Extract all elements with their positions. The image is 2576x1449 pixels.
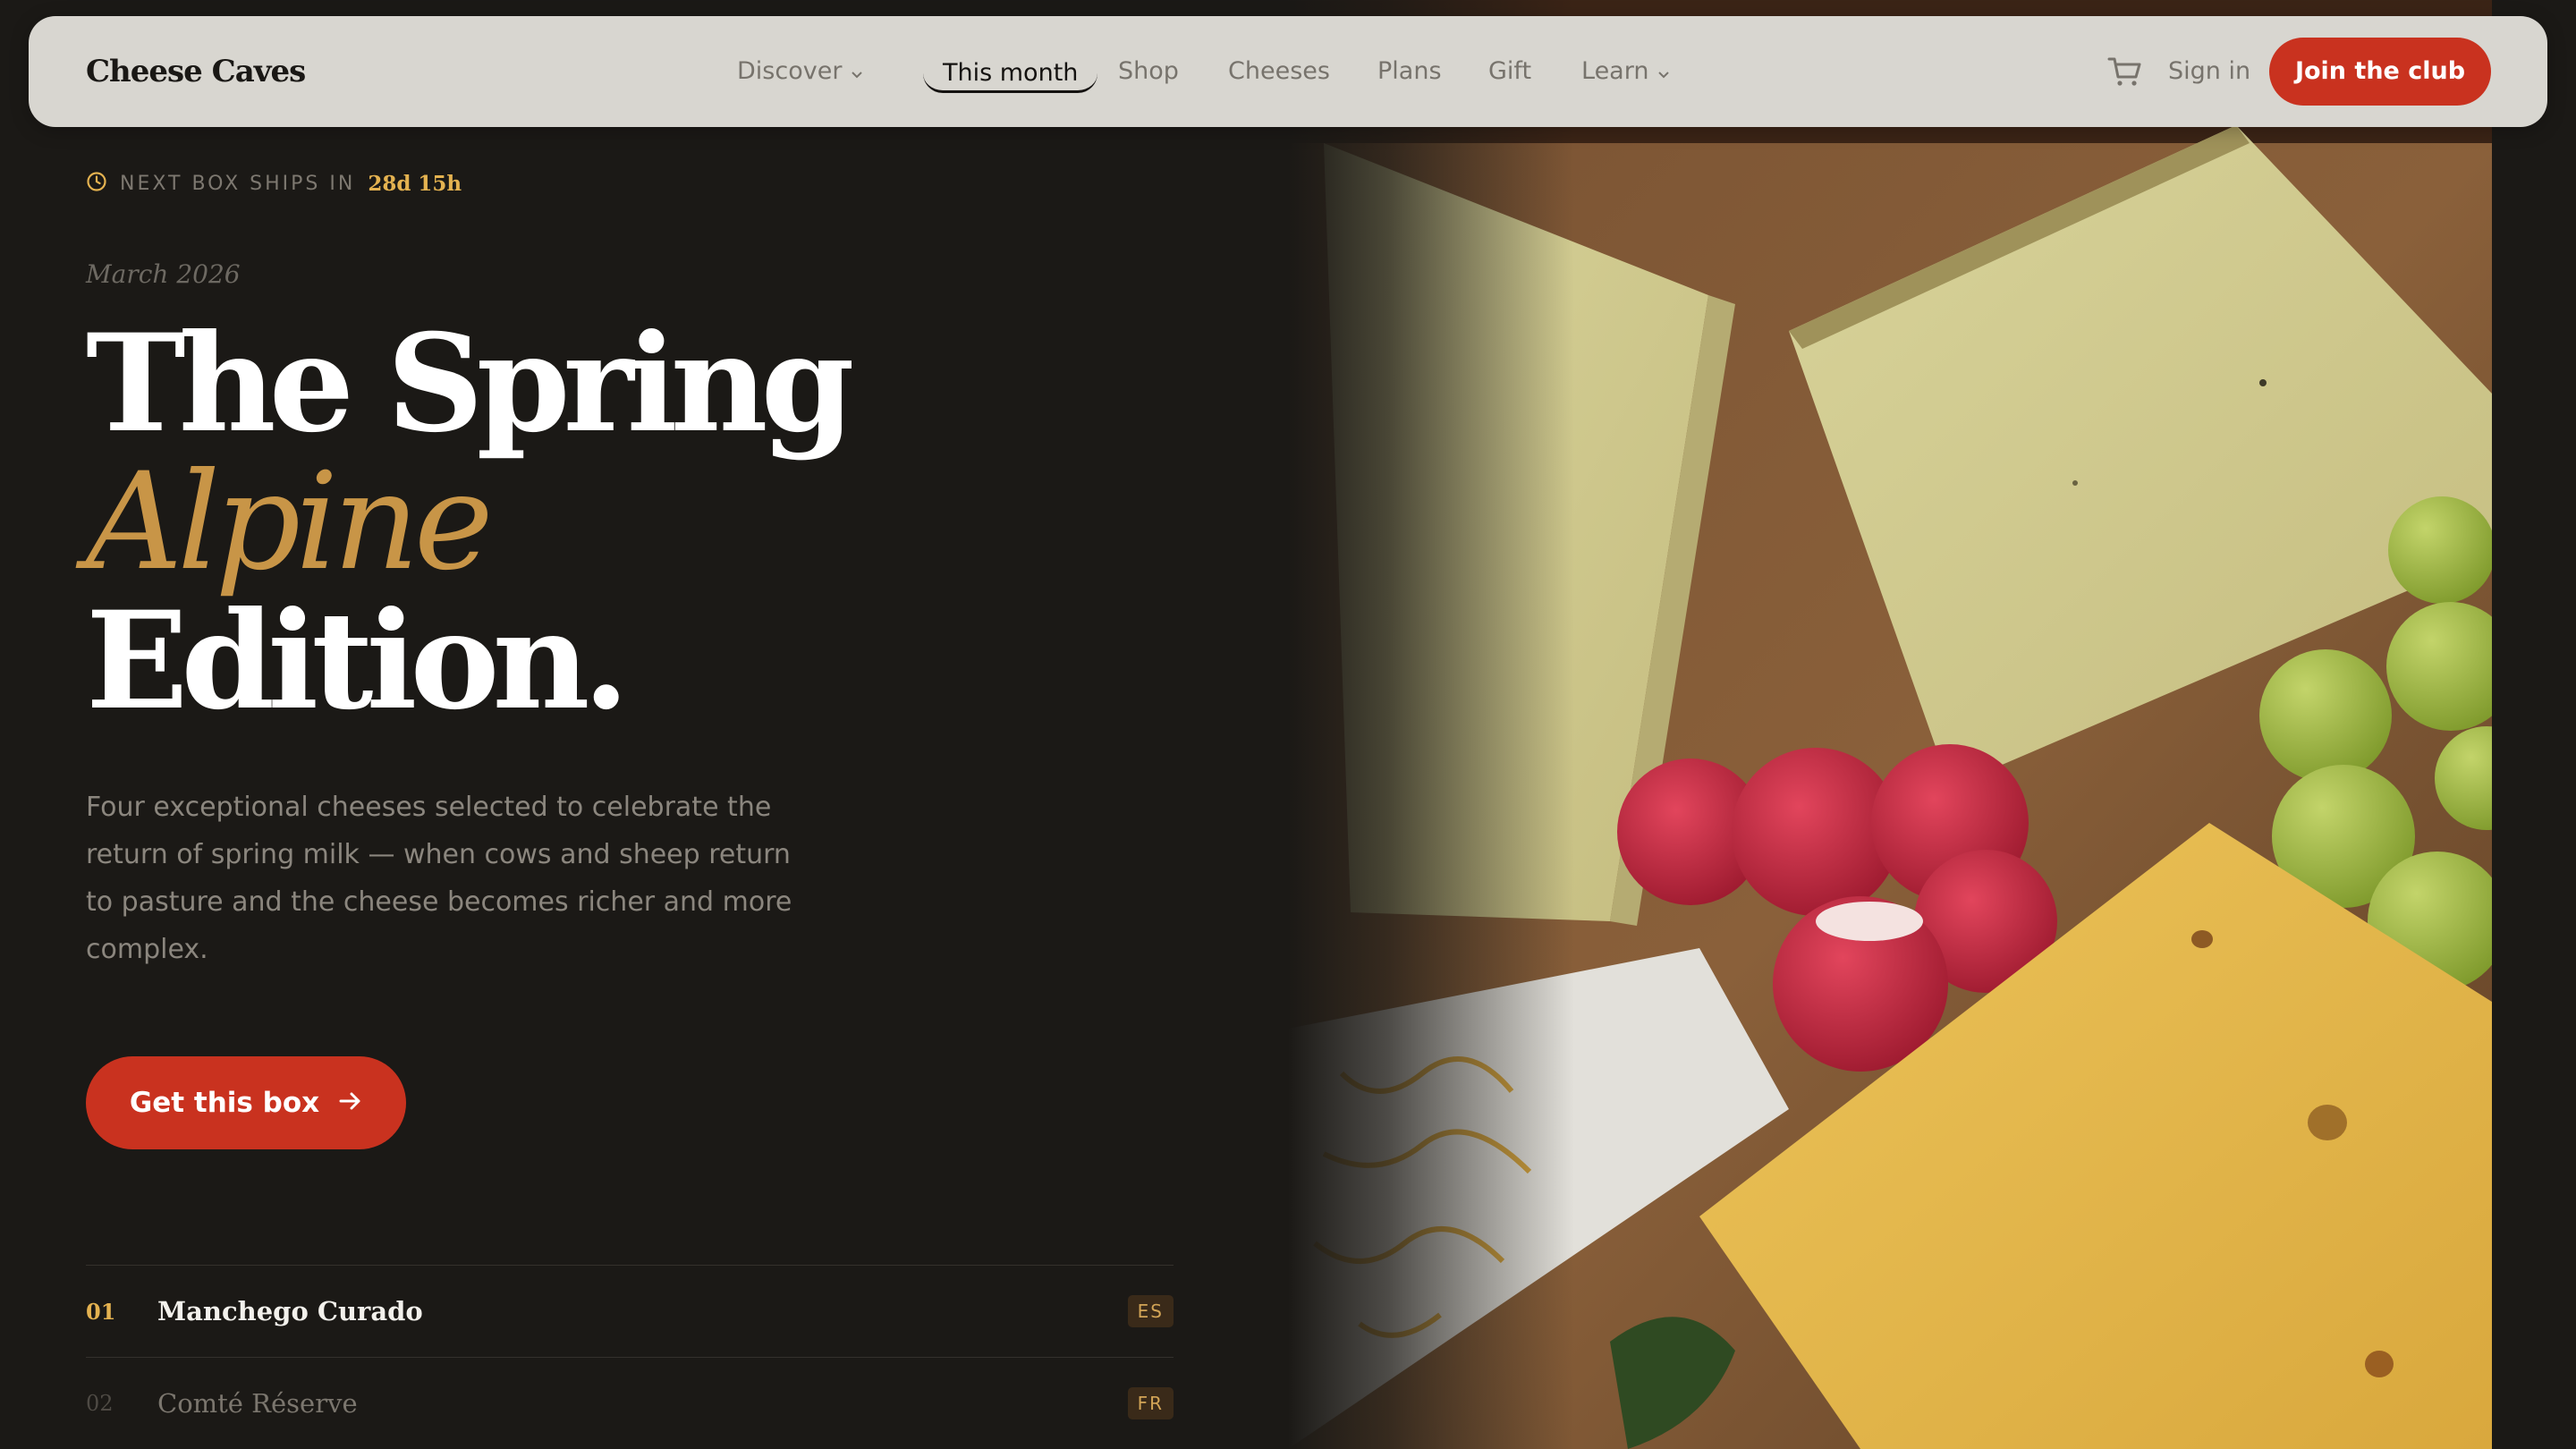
cart-icon[interactable] bbox=[2107, 55, 2143, 88]
nav-link-this-month[interactable]: This month bbox=[923, 54, 1098, 93]
get-box-button[interactable]: Get this box bbox=[86, 1056, 406, 1149]
get-box-label: Get this box bbox=[129, 1087, 320, 1119]
nav-link-shop[interactable]: Shop bbox=[1118, 16, 1179, 127]
headline-line-1: The Spring bbox=[86, 305, 854, 462]
cheese-board-illustration bbox=[1288, 0, 2492, 1449]
cheese-list: 01 Manchego Curado ES 02 Comté Réserve F… bbox=[86, 1265, 1174, 1449]
signin-link[interactable]: Sign in bbox=[2168, 16, 2250, 127]
list-item-number: 01 bbox=[86, 1299, 116, 1325]
list-item[interactable]: 02 Comté Réserve FR bbox=[86, 1357, 1174, 1449]
list-item[interactable]: 01 Manchego Curado ES bbox=[86, 1265, 1174, 1357]
clock-icon bbox=[86, 171, 107, 196]
nav-link-gift[interactable]: Gift bbox=[1488, 16, 1531, 127]
right-edge-strip bbox=[2492, 0, 2576, 1449]
join-club-button[interactable]: Join the club bbox=[2269, 38, 2491, 106]
list-item-name: Comté Réserve bbox=[157, 1388, 358, 1419]
country-badge: FR bbox=[1127, 1387, 1174, 1419]
edition-date: March 2026 bbox=[86, 259, 241, 289]
country-badge: ES bbox=[1127, 1295, 1174, 1327]
arrow-right-icon bbox=[339, 1091, 362, 1114]
nav-link-label: Learn bbox=[1581, 57, 1649, 85]
hero-description: Four exceptional cheeses selected to cel… bbox=[86, 792, 792, 965]
countdown-label: NEXT BOX SHIPS IN bbox=[120, 172, 356, 195]
list-item-name: Manchego Curado bbox=[157, 1296, 423, 1326]
nav-link-cheeses[interactable]: Cheeses bbox=[1228, 16, 1330, 127]
brand-logo[interactable]: Cheese Caves bbox=[86, 16, 306, 127]
next-box-countdown: NEXT BOX SHIPS IN 28d 15h bbox=[86, 168, 462, 199]
hero-cheese-photo bbox=[1288, 0, 2492, 1449]
chevron-down-icon bbox=[1657, 17, 1670, 128]
nav-link-discover[interactable]: Discover bbox=[737, 16, 863, 127]
list-item-number: 02 bbox=[86, 1391, 114, 1416]
page-title: The Spring Alpine Edition. bbox=[86, 305, 854, 740]
nav-link-plans[interactable]: Plans bbox=[1377, 16, 1442, 127]
top-nav: Cheese Caves Discover This month Shop Ch… bbox=[29, 16, 2547, 127]
nav-link-label: Discover bbox=[737, 57, 843, 85]
nav-link-learn[interactable]: Learn bbox=[1581, 16, 1670, 127]
headline-line-2: Alpine bbox=[86, 445, 494, 600]
chevron-down-icon bbox=[851, 17, 863, 128]
countdown-value: 28d 15h bbox=[368, 171, 462, 196]
headline-line-3: Edition. bbox=[86, 582, 630, 740]
